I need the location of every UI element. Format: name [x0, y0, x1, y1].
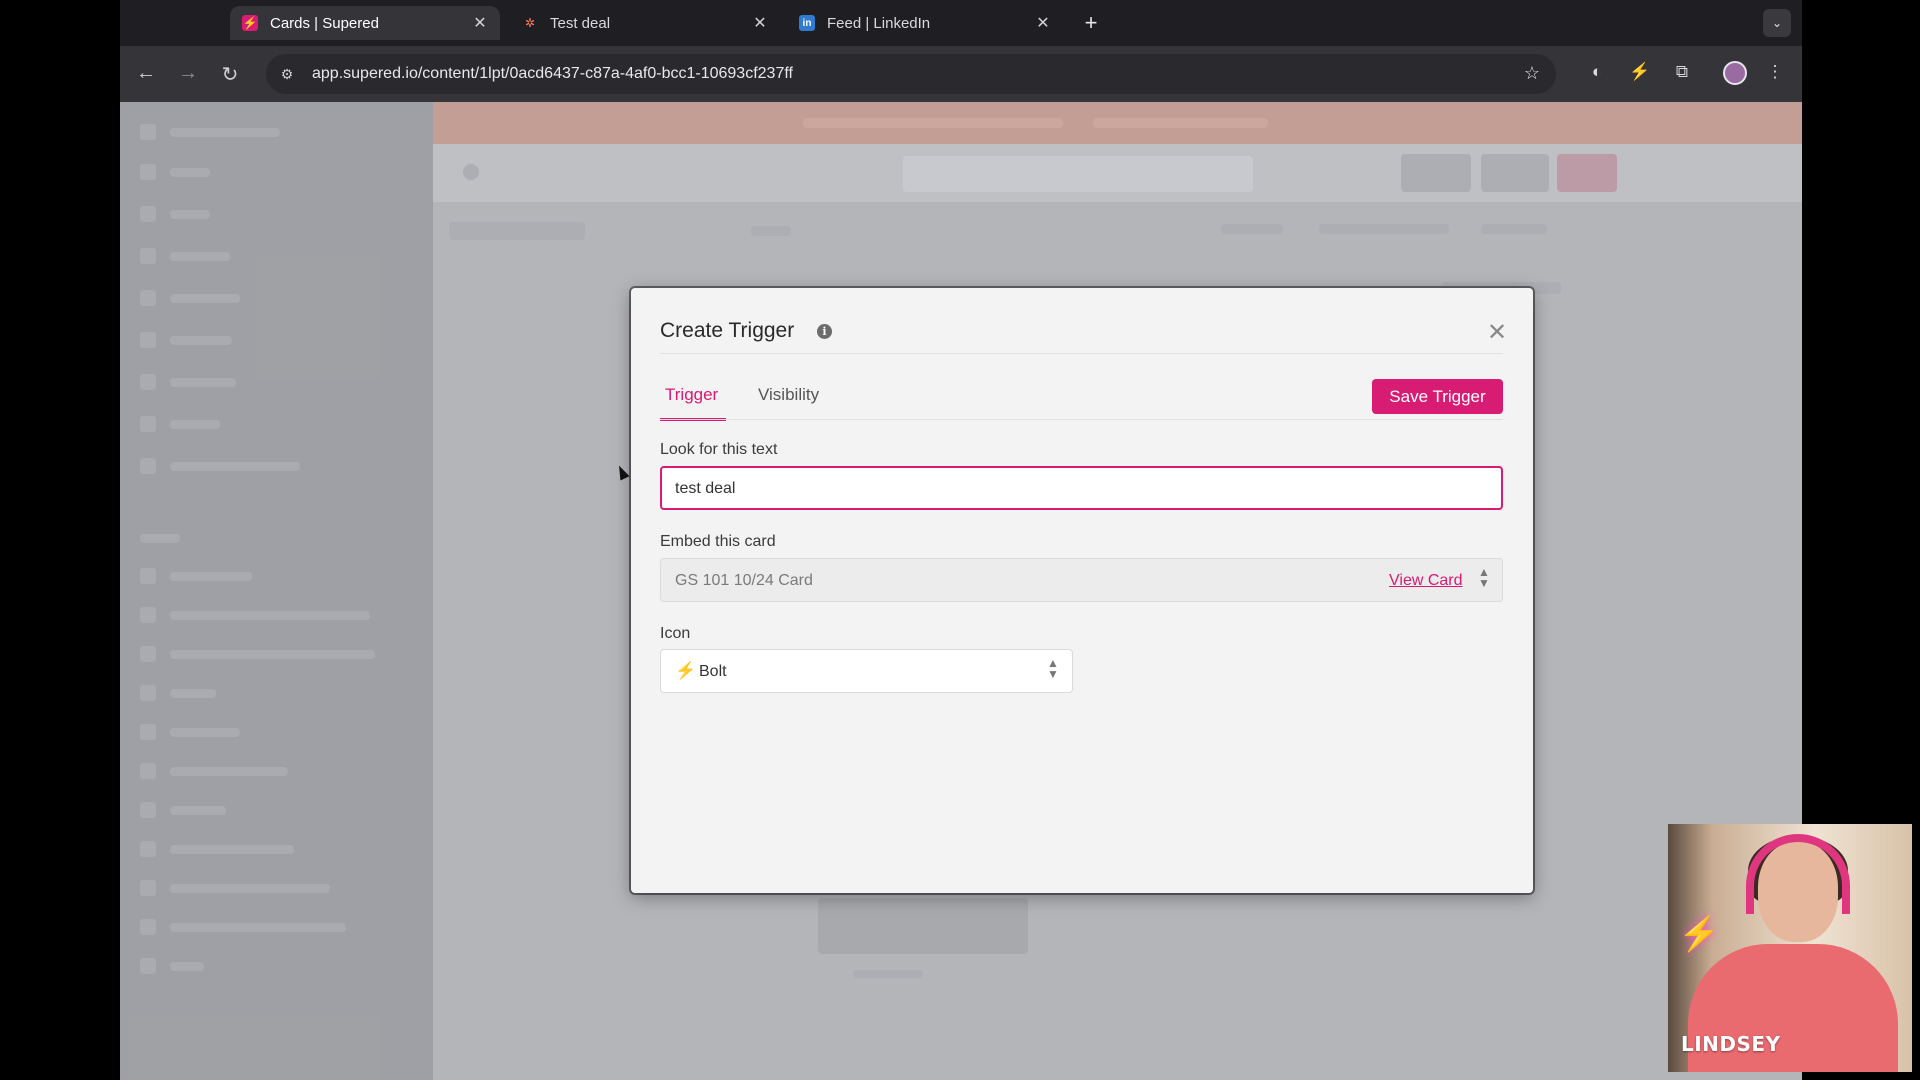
new-tab-icon[interactable]: + [1078, 10, 1104, 36]
presenter-name: LINDSEY [1681, 1032, 1781, 1056]
forward-icon[interactable]: → [174, 62, 202, 85]
supered-bolt-icon: ⚡ [242, 15, 258, 31]
address-bar[interactable]: ⚙ app.supered.io/content/1lpt/0acd6437-c… [266, 54, 1556, 94]
close-tab-icon[interactable]: ✕ [750, 13, 770, 33]
look-for-text-input[interactable]: test deal [660, 466, 1503, 510]
webcam-overlay: ⚡ LINDSEY [1668, 824, 1912, 1072]
tab-feed-linkedin[interactable]: in Feed | LinkedIn ✕ [787, 6, 1063, 40]
browser-menu-icon[interactable]: ⋮ [1762, 62, 1788, 82]
icon-select[interactable]: ⚡ Bolt ▲ ▼ [660, 649, 1073, 693]
header-divider [660, 353, 1503, 354]
embed-card-select[interactable]: GS 101 10/24 Card View Card ▲ ▼ [660, 558, 1503, 602]
neon-bolt-icon: ⚡ [1678, 915, 1721, 953]
reload-icon[interactable]: ↻ [216, 62, 244, 87]
extension-globe-icon[interactable]: ◐ [1584, 62, 1610, 82]
close-tab-icon[interactable]: ✕ [1033, 13, 1053, 33]
info-icon[interactable]: i [817, 324, 832, 339]
icon-label: Icon [660, 625, 691, 642]
browser-window: ⚡ Cards | Supered ✕ ✲ Test deal ✕ in Fee… [120, 0, 1802, 1080]
browser-toolbar: ← → ↻ ⚙ app.supered.io/content/1lpt/0acd… [120, 46, 1802, 102]
tab-title: Cards | Supered [270, 14, 379, 32]
bookmark-star-icon[interactable]: ☆ [1524, 63, 1540, 84]
look-for-text-value: test deal [675, 480, 736, 497]
view-card-link[interactable]: View Card [1389, 572, 1463, 590]
icon-select-value: Bolt [699, 663, 727, 680]
select-chevron-icon: ▲ ▼ [1478, 565, 1490, 590]
tab-search-chevron-icon[interactable]: ⌄ [1763, 9, 1791, 37]
tab-trigger[interactable]: Trigger [665, 385, 718, 405]
bolt-icon: ⚡ [675, 661, 697, 680]
extensions-puzzle-icon[interactable]: ⧉ [1669, 62, 1695, 82]
close-icon[interactable]: ✕ [1487, 318, 1507, 347]
tab-bar: ⚡ Cards | Supered ✕ ✲ Test deal ✕ in Fee… [120, 0, 1802, 46]
look-for-text-label: Look for this text [660, 441, 778, 458]
select-chevron-icon: ▲ ▼ [1047, 656, 1059, 681]
tab-title: Test deal [550, 14, 611, 32]
profile-avatar[interactable] [1723, 61, 1747, 85]
tabs-divider [660, 419, 1503, 420]
tab-title: Feed | LinkedIn [827, 14, 931, 32]
embed-card-value: GS 101 10/24 Card [675, 572, 813, 589]
close-tab-icon[interactable]: ✕ [470, 13, 490, 33]
embed-card-label: Embed this card [660, 533, 776, 550]
url-text: app.supered.io/content/1lpt/0acd6437-c87… [312, 65, 793, 82]
tab-visibility[interactable]: Visibility [758, 385, 819, 405]
modal-title: Create Trigger [660, 319, 795, 342]
site-settings-icon[interactable]: ⚙ [276, 66, 298, 83]
back-icon[interactable]: ← [132, 62, 160, 85]
create-trigger-modal: Create Trigger i ✕ Trigger Visibility Sa… [631, 288, 1533, 893]
tab-cards-supered[interactable]: ⚡ Cards | Supered ✕ [230, 6, 500, 40]
tab-test-deal[interactable]: ✲ Test deal ✕ [510, 6, 780, 40]
hubspot-icon: ✲ [524, 16, 536, 30]
linkedin-icon: in [799, 15, 815, 31]
extension-bolt-icon[interactable]: ⚡ [1627, 62, 1653, 82]
save-trigger-button[interactable]: Save Trigger [1372, 379, 1503, 414]
